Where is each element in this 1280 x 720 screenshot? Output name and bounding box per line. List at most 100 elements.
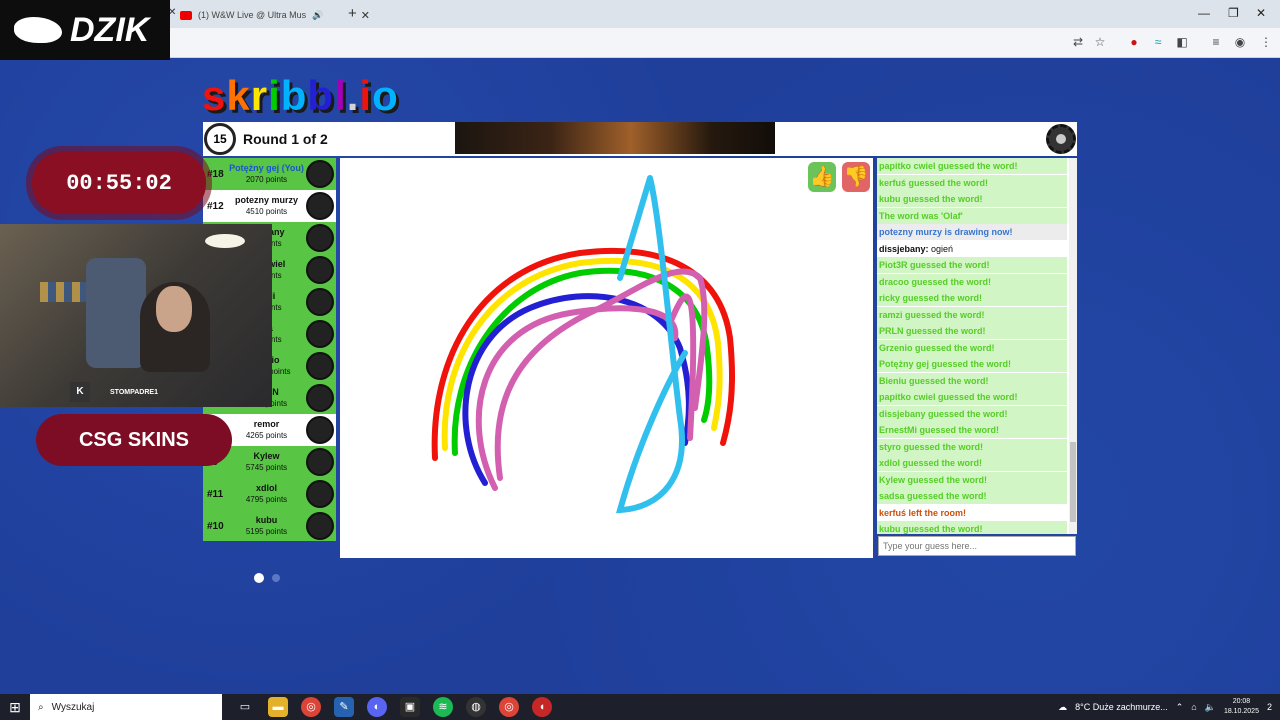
player-rank: #10 [207,520,224,532]
weather-text[interactable]: 8°C Duże zachmurze... [1075,702,1168,712]
player-points: 5745 points [245,463,288,472]
chat-scrollbar[interactable] [1069,158,1077,534]
profile-avatar-icon[interactable]: ◉ [1232,34,1248,50]
player-avatar [306,352,334,380]
chat-message: dracoo guessed the word! [877,273,1067,290]
app-icon-red[interactable]: ◖ [532,697,552,717]
sponsor-banner: CSG SKINS [36,414,232,466]
media-controls-icon[interactable]: ≡ [1208,34,1224,50]
player-row[interactable]: #12 potezny murzy 4510 points [203,190,336,222]
clock[interactable]: 20:08 18.10.2025 [1224,697,1259,717]
taskbar: ⊞ ⌕ Wyszukaj ▭ ▬ ◎ ✎ ◐ ▣ ≋ ◍ ◎ ◖ ☁ 8°C D… [0,694,1280,720]
windows-start-icon[interactable]: ⊞ [0,694,30,720]
search-label: Wyszukaj [51,701,95,713]
chat-message: kubu guessed the word! [877,521,1067,534]
scrollbar-thumb[interactable] [1070,442,1076,522]
task-view-icon[interactable]: ▭ [235,697,255,717]
volume-icon[interactable]: 🔈 [1205,702,1216,713]
chat-message: Grzenio guessed the word! [877,339,1067,356]
skribbl-logo: skribbl.io [202,72,399,120]
restore-button[interactable]: ❐ [1228,6,1239,20]
player-row[interactable]: #18 Potężny gej (You) 2070 points [203,158,336,190]
stream-timer: 00:55:02 [32,152,206,214]
thumbs-up-icon[interactable]: 👍 [808,162,836,192]
logo-letter: . [346,72,360,119]
chat-message: ErnestMi guessed the word! [877,422,1067,438]
chat-log: papitko cwiel guessed the word! kerfuś gu… [877,158,1077,534]
word-hint-area [455,122,775,154]
player-avatar [306,256,334,284]
player-name: potezny murzy [234,195,298,205]
round-timer-clock: 15 [204,123,236,155]
pagination-dot[interactable] [272,574,280,582]
rating-buttons: 👍 👎 [808,162,870,192]
address-bar[interactable] [0,28,1280,58]
extension-icon-2[interactable]: ≈ [1150,34,1166,50]
tab-title: (1) W&W Live @ Ultra Mus [198,10,307,20]
player-row[interactable]: #10 kubu 5195 points [203,510,336,541]
pagination-dots [254,573,280,583]
close-window-button[interactable]: ✕ [1256,6,1266,20]
chrome-icon-active[interactable]: ◎ [499,697,519,717]
player-row[interactable]: #11 xdlol 4795 points [203,478,336,510]
stream-logo: DZIK [0,0,170,60]
spotify-icon[interactable]: ≋ [433,697,453,717]
chat-message: sadsa guessed the word! [877,488,1067,504]
social-bar: K STOMPADRE1 [70,380,270,404]
chat-message: PRLN guessed the word! [877,323,1067,339]
pagination-dot-active[interactable] [254,573,264,583]
drawing-canvas[interactable] [340,158,873,558]
drawing [431,175,736,514]
bookmark-star-icon[interactable]: ☆ [1092,34,1108,50]
chat-message: dissjebany guessed the word! [877,405,1067,422]
file-explorer-icon[interactable]: ▬ [268,697,288,717]
player-rank: #18 [207,168,224,180]
network-icon[interactable]: ⌂ [1191,702,1196,712]
chat-message: Bieniu guessed the word! [877,372,1067,389]
minimize-button[interactable]: — [1198,6,1210,20]
tab-close-button[interactable]: ✕ [361,9,370,22]
discord-icon[interactable]: ◐ [367,697,387,717]
logo-letter: l [334,72,347,119]
chat-message: potezny murzy is drawing now! [877,224,1067,240]
chat-message: papitko cwiel guessed the word! [877,389,1067,405]
player-rank: #12 [207,200,224,212]
player-avatar [306,448,334,476]
player-points: 4265 points [245,431,288,440]
obs-icon[interactable]: ◍ [466,697,486,717]
chat-message: ramzi guessed the word! [877,306,1067,323]
browser-menu-icon[interactable]: ⋮ [1258,34,1274,50]
taskbar-search[interactable]: ⌕ Wyszukaj [30,694,222,720]
player-name: remor [253,419,280,429]
notification-badge[interactable]: 2 [1267,702,1272,712]
speaker-icon[interactable]: 🔊 [312,10,323,21]
chrome-icon[interactable]: ◎ [301,697,321,717]
browser-tab[interactable]: (1) W&W Live @ Ultra Mus 🔊 ✕ [180,4,370,26]
player-avatar [306,160,334,188]
player-avatar [306,416,334,444]
chevron-up-icon[interactable]: ⌃ [1176,702,1184,713]
logo-letter: b [280,72,308,119]
logo-letter: s [202,72,227,119]
terminal-icon[interactable]: ▣ [400,697,420,717]
chat-message: Kylew guessed the word! [877,471,1067,488]
extension-icon[interactable]: ● [1126,34,1142,50]
sponsor-text: CSG SKINS [78,428,190,451]
extensions-puzzle-icon[interactable]: ◧ [1174,34,1190,50]
new-tab-button[interactable]: + [348,5,357,22]
chat-message: dissjebany: ogień [877,240,1067,257]
translate-icon[interactable]: ⇄ [1070,34,1086,50]
chat-message: Potężny gej guessed the word! [877,356,1067,372]
thumbs-down-icon[interactable]: 👎 [842,162,870,192]
logo-letter: o [372,72,399,119]
player-avatar [306,224,334,252]
logo-letter: k [226,72,251,119]
chat-message: Piot3R guessed the word! [877,257,1067,273]
player-points: 5195 points [245,527,288,536]
guess-input[interactable] [878,536,1076,556]
weather-icon: ☁ [1058,701,1068,712]
app-icon[interactable]: ✎ [334,697,354,717]
settings-gear-icon[interactable] [1046,124,1076,154]
chat-message: kerfuś guessed the word! [877,174,1067,191]
player-points: 4795 points [245,495,288,504]
